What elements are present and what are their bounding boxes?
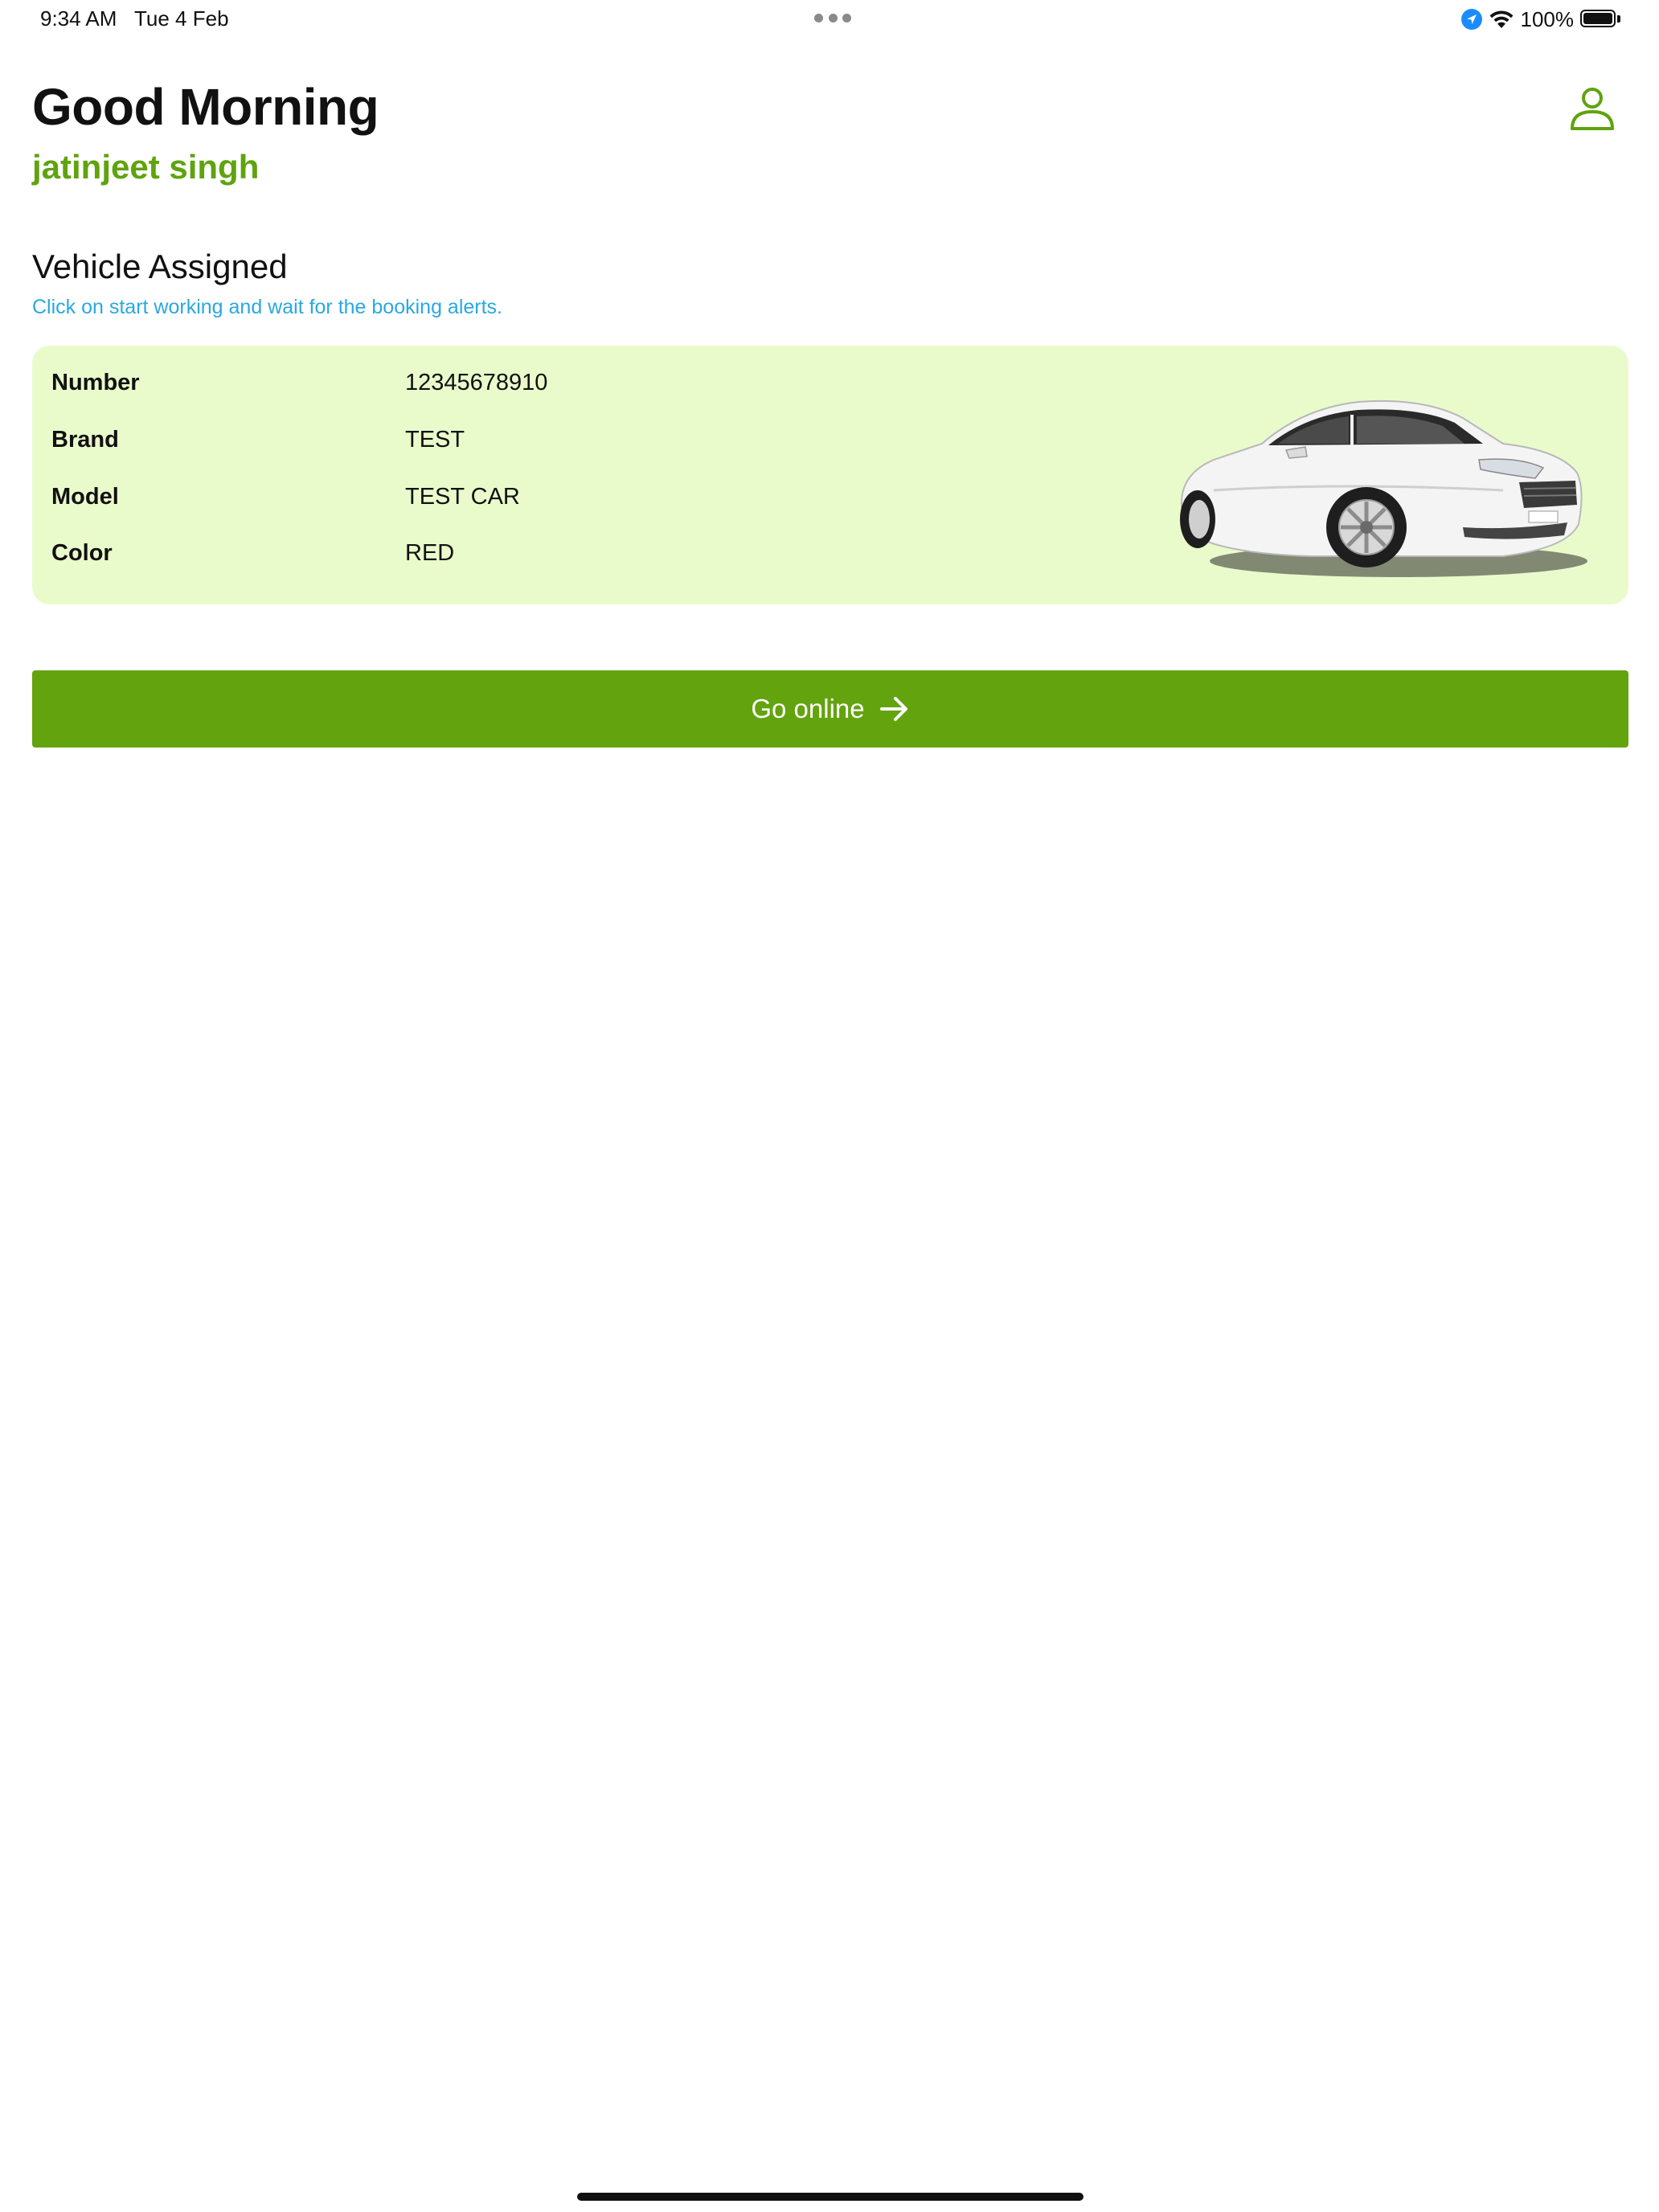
vehicle-row-model: Model TEST CAR: [51, 484, 694, 516]
vehicle-label: Number: [51, 370, 140, 395]
section-subtitle: Click on start working and wait for the …: [32, 296, 502, 318]
section-title: Vehicle Assigned: [32, 248, 288, 285]
vehicle-label: Color: [51, 540, 113, 566]
location-icon: [1460, 9, 1482, 30]
home-indicator[interactable]: [577, 2193, 1083, 2201]
multitasking-dots-icon[interactable]: [814, 13, 851, 23]
person-icon: [1571, 88, 1614, 130]
status-bar: 9:34 AM Tue 4 Feb 100%: [0, 0, 1659, 39]
go-online-label: Go online: [751, 694, 865, 723]
user-name: jatinjeet singh: [32, 148, 260, 186]
car-image: [1180, 399, 1587, 577]
battery-percentage: 100%: [1520, 6, 1575, 31]
vehicle-row-color: Color RED: [51, 540, 694, 572]
vehicle-label: Brand: [51, 427, 119, 453]
status-time: 9:34 AM: [40, 6, 117, 31]
arrow-right-icon: [879, 697, 907, 721]
wifi-icon: [1489, 10, 1513, 28]
battery-icon: [1580, 10, 1622, 29]
vehicle-value: 12345678910: [405, 370, 548, 395]
vehicle-row-brand: Brand TEST: [51, 427, 694, 459]
profile-button[interactable]: [1567, 84, 1617, 133]
vehicle-value: TEST CAR: [405, 484, 520, 510]
vehicle-row-number: Number 12345678910: [51, 370, 694, 402]
vehicle-label: Model: [51, 484, 119, 510]
go-online-button[interactable]: Go online: [32, 670, 1628, 748]
status-indicators: 100%: [1460, 5, 1623, 34]
greeting-title: Good Morning: [32, 78, 379, 136]
vehicle-value: TEST: [405, 427, 465, 453]
status-date: Tue 4 Feb: [134, 6, 229, 31]
vehicle-card: Number 12345678910 Brand TEST Model TEST…: [32, 346, 1628, 604]
vehicle-value: RED: [405, 540, 455, 566]
